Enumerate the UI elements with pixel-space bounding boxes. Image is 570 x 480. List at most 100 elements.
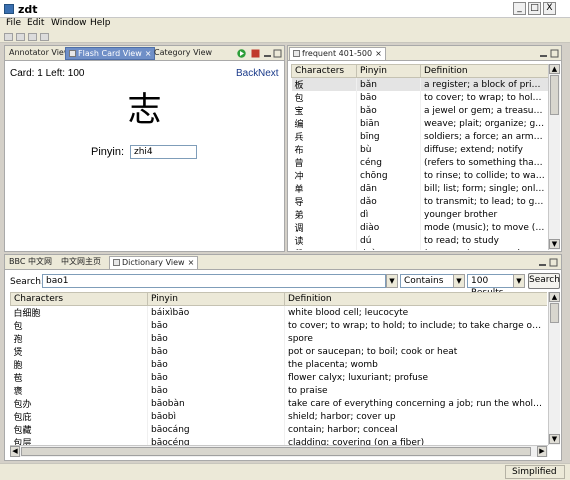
list-icon xyxy=(293,50,300,57)
table-row[interactable]: 孢 bāo spore xyxy=(10,332,547,345)
table-row[interactable]: 曾 céng (refers to something that … xyxy=(291,156,549,169)
scroll-thumb[interactable] xyxy=(550,303,559,323)
search-input[interactable]: bao1 xyxy=(42,274,386,288)
close-window-button[interactable]: X xyxy=(543,2,556,15)
pinyin-label: Pinyin: xyxy=(91,146,125,158)
tab-frequent[interactable]: frequent 401-500 × xyxy=(289,47,386,60)
scroll-thumb[interactable] xyxy=(21,447,531,456)
table-row[interactable]: 宝 bǎo a jewel or gem; a treasur… xyxy=(291,104,549,117)
run-icon[interactable] xyxy=(237,49,246,58)
table-row[interactable]: 白细胞 báixìbāo white blood cell; leucocyte xyxy=(10,305,547,319)
minimize-pane-icon[interactable] xyxy=(539,49,548,58)
match-mode-select[interactable]: Contains xyxy=(400,274,455,288)
table-row[interactable]: 单 dān bill; list; form; single; only… xyxy=(291,182,549,195)
frequent-scrollbar[interactable]: ▲ ▼ xyxy=(548,64,560,250)
cell-characters: 读 xyxy=(291,234,357,247)
table-row[interactable]: 兵 bīng soldiers; a force; an arm… xyxy=(291,130,549,143)
table-row[interactable]: 煲 bāo pot or saucepan; to boil; cook or he… xyxy=(10,345,547,358)
minimize-pane-icon[interactable] xyxy=(263,49,272,58)
minimize-button[interactable]: _ xyxy=(513,2,526,15)
open-icon[interactable] xyxy=(16,33,25,41)
table-row[interactable]: 包 bāo to cover; to wrap; to hold,… xyxy=(291,91,549,104)
table-row[interactable]: 布 bù diffuse; extend; notify xyxy=(291,143,549,156)
results-count-dropdown[interactable]: ▼ xyxy=(513,274,525,288)
cell-characters: 宝 xyxy=(291,104,357,117)
column-header-definition[interactable]: Definition xyxy=(284,292,547,306)
cell-pinyin: duàn xyxy=(356,247,421,250)
table-row[interactable]: 编 biān weave; plait; organize; gr… xyxy=(291,117,549,130)
table-row[interactable]: 调 diào mode (music); to move (t… xyxy=(291,221,549,234)
maximize-pane-icon[interactable] xyxy=(273,49,282,58)
table-row[interactable]: 包庇 bāobì shield; harbor; cover up xyxy=(10,410,547,423)
stop-icon[interactable] xyxy=(251,49,260,58)
scroll-up-arrow[interactable]: ▲ xyxy=(549,292,560,302)
save-icon[interactable] xyxy=(28,33,37,41)
table-row[interactable]: 胞 bāo the placenta; womb xyxy=(10,358,547,371)
match-mode-dropdown[interactable]: ▼ xyxy=(453,274,465,288)
tab-flash-card-view[interactable]: Flash Card View × xyxy=(65,47,156,60)
close-tab-icon[interactable]: × xyxy=(188,258,195,267)
table-row[interactable]: 弟 dì younger brother xyxy=(291,208,549,221)
table-row[interactable]: 包办 bāobàn take care of everything concerni… xyxy=(10,397,547,410)
table-row[interactable]: 包藏 bāocáng contain; harbor; conceal xyxy=(10,423,547,436)
tab-category-view[interactable]: Category View xyxy=(151,47,215,60)
cell-pinyin: dān xyxy=(356,182,421,195)
pinyin-input[interactable]: zhi4 xyxy=(130,145,197,159)
cell-definition: cladding; covering (on a fiber) xyxy=(284,436,547,445)
table-row[interactable]: 褒 bāo to praise xyxy=(10,384,547,397)
cell-definition: shield; harbor; cover up xyxy=(284,410,547,423)
minimize-pane-icon[interactable] xyxy=(538,258,547,267)
tab-dictionary-label: Dictionary View xyxy=(122,258,185,267)
back-link[interactable]: Back xyxy=(236,68,258,79)
column-header-definition[interactable]: Definition xyxy=(420,64,549,78)
script-mode-indicator[interactable]: Simplified xyxy=(505,465,565,479)
maximize-pane-icon[interactable] xyxy=(549,258,558,267)
dictionary-pane: BBC 中文网 中文网主页 Dictionary View × Search: b… xyxy=(4,254,562,461)
scroll-right-arrow[interactable]: ▶ xyxy=(537,446,547,457)
cell-characters: 孢 xyxy=(10,332,148,345)
next-link[interactable]: Next xyxy=(258,68,279,79)
dictionary-vscrollbar[interactable]: ▲ ▼ xyxy=(548,292,560,445)
tab-annotator-view[interactable]: Annotator View xyxy=(6,47,73,60)
menu-help[interactable]: Help xyxy=(90,18,111,28)
results-count-select[interactable]: 100 Results xyxy=(467,274,519,298)
cell-pinyin: bāocáng xyxy=(147,423,285,436)
table-row[interactable]: 包 bāo to cover; to wrap; to hold; to inclu… xyxy=(10,319,547,332)
menu-window[interactable]: Window xyxy=(51,18,87,28)
column-header-pinyin[interactable]: Pinyin xyxy=(147,292,285,306)
table-row[interactable]: 读 dú to read; to study xyxy=(291,234,549,247)
table-row[interactable]: 包层 bāocéng cladding; covering (on a fiber) xyxy=(10,436,547,445)
frequent-table: Characters Pinyin Definition 板 bǎn a regis… xyxy=(291,64,549,250)
search-button[interactable]: Search xyxy=(528,273,560,289)
cell-characters: 白细胞 xyxy=(10,305,148,319)
column-header-characters[interactable]: Characters xyxy=(291,64,357,78)
table-row[interactable]: 段duàn(surname); paragraph; s… xyxy=(291,247,549,250)
search-history-dropdown[interactable]: ▼ xyxy=(386,274,398,288)
scroll-down-arrow[interactable]: ▼ xyxy=(549,239,560,249)
tab-dictionary-view[interactable]: Dictionary View × xyxy=(109,256,199,269)
scroll-down-arrow[interactable]: ▼ xyxy=(549,434,560,444)
scroll-up-arrow[interactable]: ▲ xyxy=(549,64,560,74)
table-row[interactable]: 导 dǎo to transmit; to lead; to gui… xyxy=(291,195,549,208)
table-row[interactable]: 板 bǎn a register; a block of prin… xyxy=(291,77,549,91)
new-icon[interactable] xyxy=(4,33,13,41)
menu-edit[interactable]: Edit xyxy=(27,18,44,28)
maximize-pane-icon[interactable] xyxy=(550,49,559,58)
tab-bbc[interactable]: BBC 中文网 xyxy=(6,256,55,269)
dictionary-hscrollbar[interactable]: ◀ ▶ xyxy=(10,445,548,457)
menu-file[interactable]: File xyxy=(6,18,21,28)
close-tab-icon[interactable]: × xyxy=(375,49,382,58)
cell-characters: 褒 xyxy=(10,384,148,397)
table-row[interactable]: 苞 bāo flower calyx; luxuriant; profuse xyxy=(10,371,547,384)
scroll-thumb[interactable] xyxy=(550,75,559,115)
maximize-button[interactable]: □ xyxy=(528,2,541,15)
tab-homepage[interactable]: 中文网主页 xyxy=(58,256,104,269)
column-header-pinyin[interactable]: Pinyin xyxy=(356,64,421,78)
scroll-left-arrow[interactable]: ◀ xyxy=(10,446,20,457)
print-icon[interactable] xyxy=(40,33,49,41)
table-row[interactable]: 冲 chōng to rinse; to collide; to wat… xyxy=(291,169,549,182)
column-header-characters[interactable]: Characters xyxy=(10,292,148,306)
cell-pinyin: bāo xyxy=(147,345,285,358)
cell-characters: 导 xyxy=(291,195,357,208)
cell-pinyin: chōng xyxy=(356,169,421,182)
